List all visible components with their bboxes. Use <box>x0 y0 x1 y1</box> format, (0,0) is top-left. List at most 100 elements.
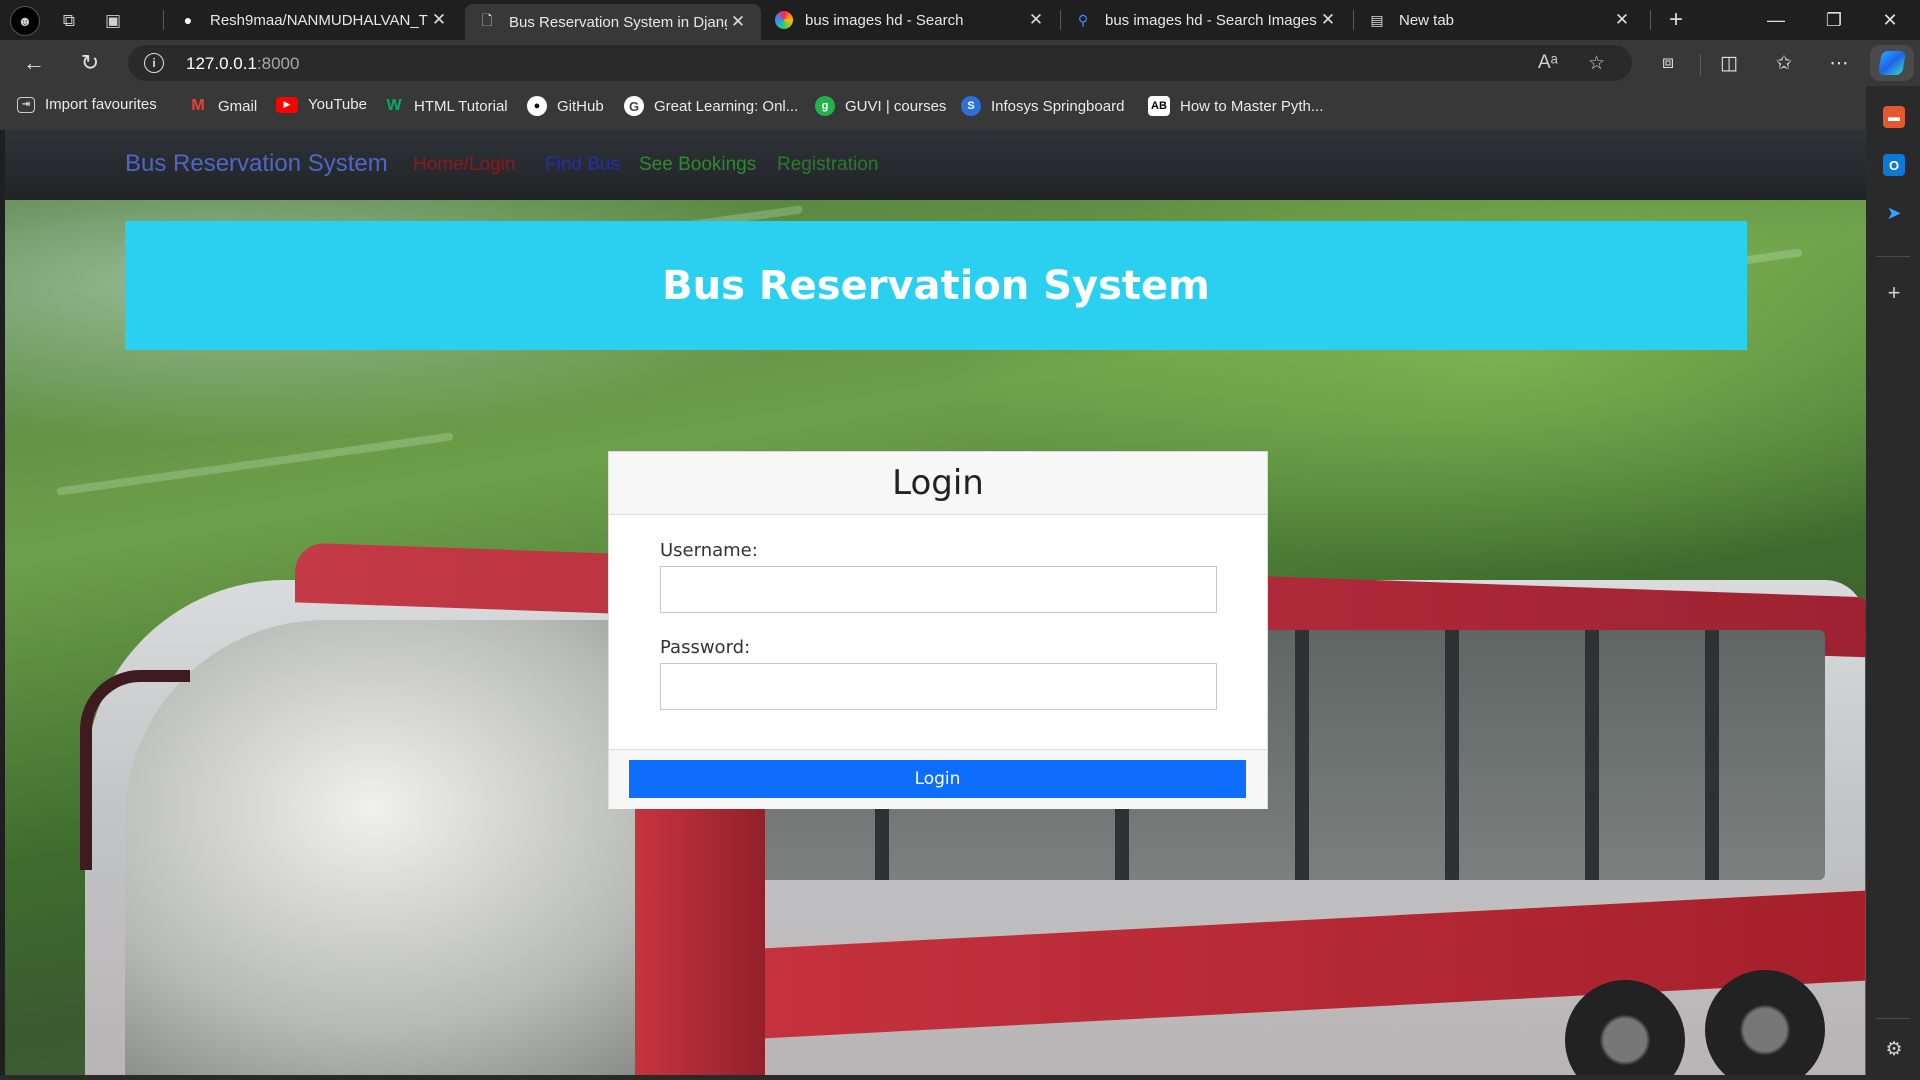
toolbar-separator <box>1700 54 1701 76</box>
username-input[interactable] <box>660 566 1217 613</box>
bookmark-infosys-springboard[interactable]: S Infosys Springboard <box>961 96 1124 116</box>
browser-toolbar: ← ↻ i 127.0.0.1:8000 Aᵃ ☆ ⧈ ◫ ✩ ⋯ <box>0 40 1920 86</box>
ab-icon: AB <box>1148 96 1170 116</box>
banner-title: Bus Reservation System <box>662 262 1210 309</box>
url-port: :8000 <box>256 54 300 73</box>
search-icon: ⚲ <box>1077 11 1089 28</box>
minimize-icon[interactable]: — <box>1748 0 1804 40</box>
bookmark-great-learning[interactable]: G Great Learning: Onl... <box>624 96 798 116</box>
new-tab-plus-icon[interactable]: + <box>1648 0 1704 40</box>
tab-separator <box>163 10 164 30</box>
bus-mirror-image <box>80 670 190 870</box>
close-tab-icon[interactable]: ✕ <box>1025 10 1047 30</box>
tab-title: New tab <box>1399 11 1455 29</box>
split-screen-icon[interactable]: ◫ <box>1713 48 1745 78</box>
site-info-icon[interactable]: i <box>144 53 164 73</box>
page-banner: Bus Reservation System <box>125 221 1747 350</box>
bookmark-label: Great Learning: Onl... <box>654 97 799 115</box>
bus-pillar <box>1445 630 1459 880</box>
refresh-icon[interactable]: ↻ <box>74 48 106 78</box>
username-label: Username: <box>660 540 758 561</box>
nav-link-find-bus[interactable]: Find Bus <box>545 154 620 176</box>
w3schools-icon: W <box>386 97 402 114</box>
new-tab-icon: ▤ <box>1370 11 1384 28</box>
navbar-brand[interactable]: Bus Reservation System <box>125 150 388 178</box>
tab-separator <box>1353 10 1354 30</box>
close-tab-icon[interactable]: ✕ <box>1611 10 1633 30</box>
settings-gear-icon[interactable]: ⚙ <box>1883 1038 1905 1060</box>
page-viewport: Bus Reservation System Home/Login Find B… <box>5 130 1866 1075</box>
window-bottom-border <box>0 1075 1866 1080</box>
site-navbar: Bus Reservation System Home/Login Find B… <box>5 130 1866 200</box>
tab-new-tab[interactable]: ▤ New tab ✕ <box>1355 4 1645 36</box>
send-plane-icon[interactable]: ➤ <box>1883 202 1905 224</box>
bookmark-label: GitHub <box>557 97 604 115</box>
close-tab-icon[interactable]: ✕ <box>428 10 450 30</box>
sidebar-separator <box>1876 1018 1910 1019</box>
edge-sidebar: ▬ O ➤ + ⚙ <box>1866 86 1920 1080</box>
login-card-header: Login <box>609 452 1267 515</box>
login-card: Login Username: Password: Login <box>608 451 1268 809</box>
password-label: Password: <box>660 637 751 658</box>
github-icon: ● <box>527 96 547 116</box>
login-button[interactable]: Login <box>629 760 1246 798</box>
tab-bus-images-search[interactable]: bus images hd - Search ✕ <box>763 4 1059 36</box>
guvi-icon: g <box>815 96 835 116</box>
nav-link-see-bookings[interactable]: See Bookings <box>639 154 756 176</box>
copilot-icon <box>1877 51 1907 75</box>
tab-bus-reservation[interactable]: 🗋 Bus Reservation System in Djang ✕ <box>465 4 761 40</box>
tab-title: bus images hd - Search <box>805 11 964 29</box>
infosys-icon: S <box>961 96 981 116</box>
gmail-icon: M <box>191 97 205 114</box>
tab-github[interactable]: ● Resh9maa/NANMUDHALVAN_TU ✕ <box>166 4 462 36</box>
read-aloud-icon[interactable]: Aᵃ <box>1538 52 1558 74</box>
close-tab-icon[interactable]: ✕ <box>727 12 749 32</box>
sidebar-separator <box>1876 256 1910 257</box>
nav-link-registration[interactable]: Registration <box>777 154 878 176</box>
import-icon: ⇥ <box>17 96 35 113</box>
bookmark-github[interactable]: ● GitHub <box>527 96 604 116</box>
add-sidebar-app-icon[interactable]: + <box>1883 280 1905 305</box>
bookmark-guvi[interactable]: g GUVI | courses <box>815 96 946 116</box>
bus-pillar <box>1705 630 1719 880</box>
address-url[interactable]: 127.0.0.1:8000 <box>186 54 299 74</box>
tools-briefcase-icon[interactable]: ▬ <box>1883 106 1905 128</box>
copilot-button[interactable] <box>1870 45 1914 81</box>
restore-icon[interactable]: ❐ <box>1806 0 1862 40</box>
extensions-icon[interactable]: ⧈ <box>1652 48 1684 78</box>
back-arrow-icon[interactable]: ← <box>18 48 50 78</box>
workspaces-icon[interactable]: ⧉ <box>54 7 84 35</box>
bookmark-label: Gmail <box>218 97 258 115</box>
youtube-icon: ▶ <box>276 96 298 113</box>
bookmark-how-to-master-python[interactable]: AB How to Master Pyth... <box>1148 96 1323 116</box>
bus-pillar <box>1585 630 1599 880</box>
bookmark-youtube[interactable]: ▶ YouTube <box>276 96 367 113</box>
tab-title: Resh9maa/NANMUDHALVAN_TU <box>210 11 428 29</box>
address-bar[interactable]: i 127.0.0.1:8000 Aᵃ ☆ <box>128 45 1632 81</box>
motion-streak <box>56 432 454 496</box>
bookmark-gmail[interactable]: M Gmail <box>188 96 257 116</box>
bookmark-html-tutorial[interactable]: W HTML Tutorial <box>384 96 508 116</box>
outlook-icon[interactable]: O <box>1883 154 1905 176</box>
more-options-icon[interactable]: ⋯ <box>1823 48 1855 78</box>
tab-bus-images-search-images[interactable]: ⚲ bus images hd - Search Images ✕ <box>1061 4 1351 36</box>
login-heading: Login <box>892 463 984 503</box>
favourites-icon[interactable]: ✩ <box>1768 48 1800 78</box>
profile-avatar-icon[interactable]: ☻ <box>10 6 40 36</box>
bookmark-label: Infosys Springboard <box>991 97 1125 115</box>
password-input[interactable] <box>660 663 1217 710</box>
close-window-icon[interactable]: ✕ <box>1862 0 1918 40</box>
bookmark-label: HTML Tutorial <box>414 97 508 115</box>
close-tab-icon[interactable]: ✕ <box>1317 10 1339 30</box>
document-icon: 🗋 <box>481 12 493 28</box>
favourite-star-icon[interactable]: ☆ <box>1588 52 1605 75</box>
browser-tab-bar: ☻ ⧉ ▣ ● Resh9maa/NANMUDHALVAN_TU ✕ 🗋 Bus… <box>0 0 1920 40</box>
bookmark-import-favourites[interactable]: ⇥ Import favourites <box>17 96 157 113</box>
tab-actions-icon[interactable]: ▣ <box>98 7 128 35</box>
bookmark-label: GUVI | courses <box>845 97 947 115</box>
nav-link-home-login[interactable]: Home/Login <box>413 154 515 176</box>
copilot-search-icon <box>775 11 793 29</box>
github-icon: ● <box>183 12 193 28</box>
google-icon: G <box>624 96 644 116</box>
url-host: 127.0.0.1 <box>186 54 257 73</box>
